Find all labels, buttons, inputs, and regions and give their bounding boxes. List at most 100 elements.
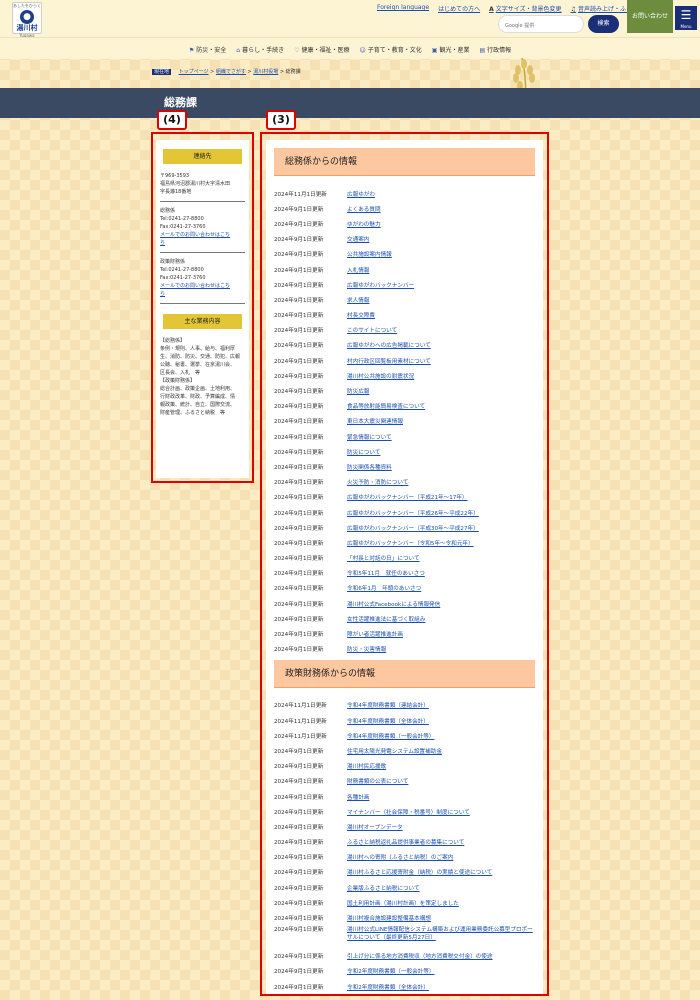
article-link[interactable]: 「村長と対話の日」について (347, 554, 535, 562)
logo-mark-icon: ● (20, 10, 34, 24)
global-nav: ⚑ 防災・安全 ⌂ 暮らし・手続き ♡ 健康・福祉・医療 ☺ 子育て・教育・文化 ▣ 観光… (0, 37, 700, 59)
article-link[interactable]: マイナンバー（社会保障・税番号）制度について (347, 808, 535, 816)
list-item: 2024年9月1日更新 令和2年度財務書類（一般会計等） (274, 964, 535, 979)
list-item: 2024年9月1日更新 村長交際費 (274, 308, 535, 323)
breadcrumb-org[interactable]: 組織でさがす (216, 69, 246, 75)
foreign-language-link[interactable]: Foreign language (377, 4, 429, 13)
breadcrumb-office[interactable]: 湯川村役場 (253, 69, 278, 75)
article-link[interactable]: ゆがわの魅力 (347, 220, 535, 228)
article-link[interactable]: 防災関係各種資料 (347, 463, 535, 471)
menu-label: Menu (680, 24, 692, 29)
article-link[interactable]: 住宅用太陽光発電システム設置補助金 (347, 747, 535, 755)
update-date: 2024年9月1日更新 (274, 449, 324, 456)
article-link[interactable]: 令和2年度財務書類（全体会計） (347, 983, 535, 991)
menu-button[interactable]: ☰ Menu (675, 6, 697, 30)
duty-line: 公聴、秘書、選挙、在京湯川会、 (160, 362, 236, 368)
update-date: 2024年9月1日更新 (274, 358, 324, 365)
article-link[interactable]: 湯川村公式LINE情報配信システム構築および運用業務委託公募型プロポーザルについ… (347, 926, 535, 942)
article-link[interactable]: 企業版ふるさと納税について (347, 884, 535, 892)
contact-heading: 連絡先 (163, 149, 242, 164)
article-link[interactable]: 防災について (347, 448, 535, 456)
nav-item-disaster[interactable]: ⚑ 防災・安全 (189, 45, 226, 54)
article-link[interactable]: 令和4年度財務書類（連結会計） (347, 701, 535, 709)
article-link[interactable]: 広報ゆがわ (347, 190, 535, 198)
fire-truck-icon: ⚑ (188, 47, 195, 54)
list-item: 2024年11月1日更新 広報ゆがわ (274, 186, 535, 201)
article-link[interactable]: 令和4年度財務書類（一般会計等） (347, 732, 535, 740)
nav-item-education[interactable]: ☺ 子育て・教育・文化 (359, 45, 421, 54)
list-item: 2024年9月1日更新 湯川村公式Facebookによる情報発信 (274, 596, 535, 611)
site-logo[interactable]: あしたをひらく ● 湯川村 Yugawa Village (12, 2, 42, 43)
article-link[interactable]: 求人情報 (347, 296, 535, 304)
list-item: 2024年9月1日更新 防災関係各種資料 (274, 459, 535, 474)
article-link[interactable]: ふるさと納税返礼品提供事業者の募集について (347, 838, 535, 846)
article-link[interactable]: 引上げ分に係る地方消費税収（地方消費税交付金）の使途 (347, 952, 535, 960)
article-link[interactable]: よくある質問 (347, 205, 535, 213)
nav-item-administration[interactable]: ▤ 行政情報 (479, 45, 511, 54)
article-link[interactable]: 公共施設案内情報 (347, 250, 535, 258)
list-item: 2024年9月1日更新 ゆがわの魅力 (274, 216, 535, 231)
article-link[interactable]: 湯川村オープンデータ (347, 823, 535, 831)
article-link[interactable]: このサイトについて (347, 326, 535, 334)
nav-item-tourism[interactable]: ▣ 観光・産業 (432, 45, 470, 54)
article-link[interactable]: 交通案内 (347, 235, 535, 243)
article-link[interactable]: 湯川村公式Facebookによる情報発信 (347, 600, 535, 608)
mail-link-text: メールでのお問い合わせはこち (160, 232, 231, 238)
update-date: 2024年9月1日更新 (274, 434, 324, 441)
list-item: 2024年9月1日更新 国土利用計画（湯川村計画）を策定しました (274, 895, 535, 910)
article-link[interactable]: 広報ゆがわバックナンバー（令和5年～令和元年） (347, 539, 535, 547)
update-date: 2024年9月1日更新 (274, 616, 324, 623)
article-link[interactable]: 財務書類の公表について (347, 777, 535, 785)
article-link[interactable]: 湯川村公共施設の耐震状況 (347, 372, 535, 380)
article-link[interactable]: 令和6年1月 年頭のあいさつ (347, 584, 535, 592)
article-link[interactable]: 湯川村民応援歌 (347, 762, 535, 770)
contact-button[interactable]: お問い合わせ (627, 0, 673, 33)
article-link[interactable]: 広報ゆがわバックナンバー（平成21年～17年） (347, 493, 535, 501)
dept-mail-link[interactable]: メールでのお問い合わせはこちら (160, 231, 245, 247)
list-item: 2024年11月1日更新 令和4年度財務書類（連結会計） (274, 698, 535, 713)
article-link[interactable]: 防災広報 (347, 387, 535, 395)
nav-item-living[interactable]: ⌂ 暮らし・手続き (236, 45, 284, 54)
article-link[interactable]: 障がい者活躍推進計画 (347, 630, 535, 638)
duty-line: 財産管理、ふるさと納税 等 (160, 410, 226, 416)
article-link[interactable]: 食品等放射能簡易検査について (347, 402, 535, 410)
text-size-label: 文字サイズ・背景色変更 (495, 6, 562, 13)
article-link[interactable]: 村内行政区回覧板用素材について (347, 357, 535, 365)
article-link[interactable]: 防災・災害情報 (347, 645, 535, 653)
list-item: 2024年9月1日更新 湯川村公式LINE情報配信システム構築および運用業務委託公… (274, 926, 535, 949)
title-band (0, 88, 700, 118)
duty-line: 区長会、入札 等 (160, 370, 201, 376)
sidebar-highlight-label: (4) (157, 110, 187, 130)
article-link[interactable]: 各種計画 (347, 793, 535, 801)
article-link[interactable]: 広報ゆがわへの広告掲載について (347, 341, 535, 349)
nav-item-health[interactable]: ♡ 健康・福祉・医療 (294, 45, 349, 54)
article-link[interactable]: 国土利用計画（湯川村計画）を策定しました (347, 899, 535, 907)
article-link[interactable]: 令和5年11月 就任のあいさつ (347, 569, 535, 577)
update-date: 2024年9月1日更新 (274, 343, 324, 350)
search-input[interactable]: Google 提供 (498, 15, 584, 33)
article-link[interactable]: 女性活躍推進法に基づく取組み (347, 615, 535, 623)
breadcrumb-top[interactable]: トップページ (179, 69, 209, 75)
article-link[interactable]: 湯川村ふるさと応援寄附金（納税）の実績と使途について (347, 868, 535, 876)
dept-mail-link[interactable]: メールでのお問い合わせはこちら (160, 282, 245, 298)
article-link[interactable]: 湯川村への寄附（ふるさと納税）のご案内 (347, 853, 535, 861)
update-date: 2024年11月1日更新 (274, 703, 327, 710)
article-link[interactable]: 湯川村複合施設建設整備基本構想 (347, 914, 535, 922)
text-size-link[interactable]: A 文字サイズ・背景色変更 (489, 4, 561, 13)
first-visit-link[interactable]: はじめての方へ (438, 4, 480, 13)
article-link[interactable]: 緊急情報について (347, 433, 535, 441)
article-link[interactable]: 入札情報 (347, 266, 535, 274)
policy-info-list: 2024年11月1日更新 令和4年度財務書類（連結会計） 2024年11月1日更新令… (274, 698, 535, 994)
heart-icon: ♡ (294, 47, 300, 54)
article-link[interactable]: 東日本大震災関連情報 (347, 417, 535, 425)
search-button[interactable]: 検索 (588, 15, 619, 33)
article-link[interactable]: 広報ゆがわバックナンバー (347, 281, 535, 289)
article-link[interactable]: 広報ゆがわバックナンバー（平成30年～平成27年） (347, 524, 535, 532)
update-date: 2024年9月1日更新 (274, 419, 324, 426)
article-link[interactable]: 村長交際費 (347, 311, 535, 319)
article-link[interactable]: 広報ゆがわバックナンバー（平成26年～平成22年） (347, 509, 535, 517)
article-link[interactable]: 令和4年度財務書類（全体会計） (347, 717, 535, 725)
article-link[interactable]: 火災予防・消防について (347, 478, 535, 486)
article-link[interactable]: 令和2年度財務書類（一般会計等） (347, 967, 535, 975)
list-item: 2024年9月1日更新 企業版ふるさと納税について (274, 880, 535, 895)
